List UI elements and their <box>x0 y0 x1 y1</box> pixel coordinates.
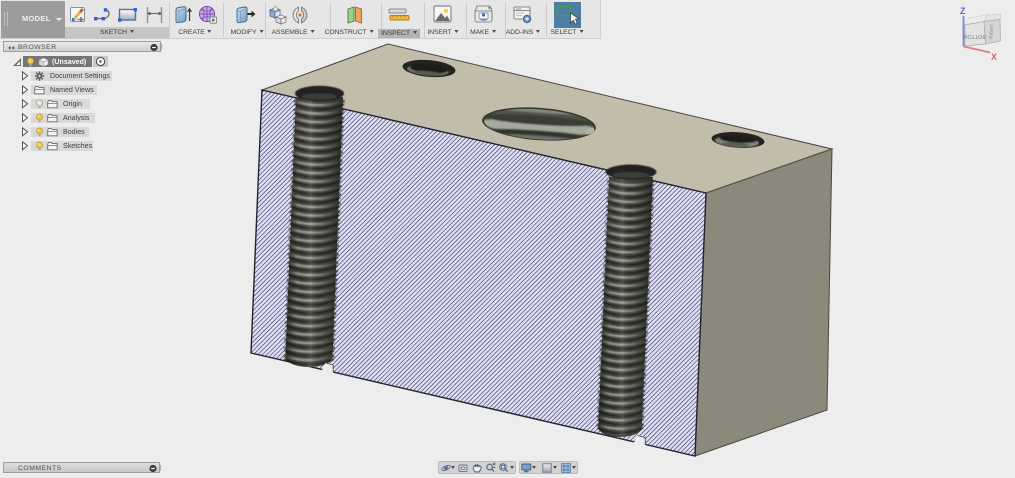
svg-text:Z: Z <box>960 6 966 16</box>
svg-text:X: X <box>991 52 997 62</box>
svg-text:BOTTOM: BOTTOM <box>963 33 986 39</box>
